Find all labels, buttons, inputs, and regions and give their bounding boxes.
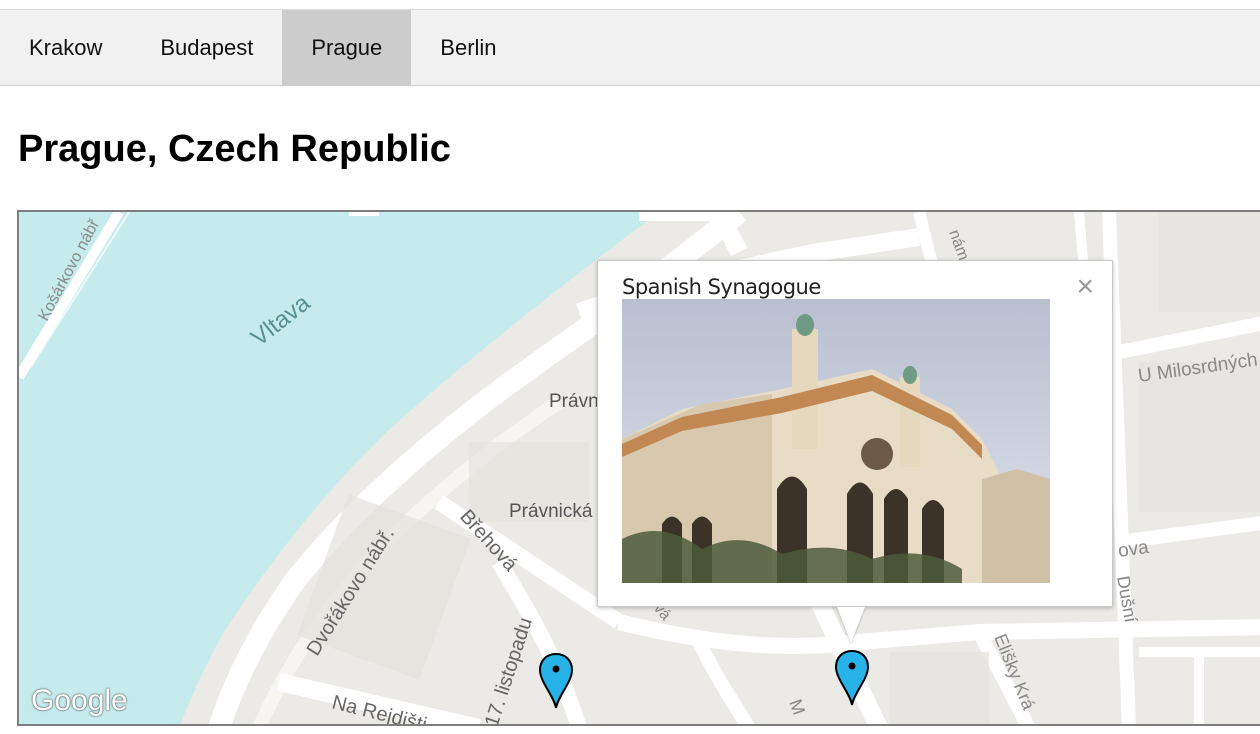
synagogue-photo — [622, 299, 1050, 583]
tab-berlin[interactable]: Berlin — [411, 10, 525, 85]
map-marker-icon-selected[interactable] — [834, 649, 870, 707]
map[interactable]: Košárkovo nábř Vltava Právn Právnická Bř… — [17, 210, 1260, 726]
tab-budapest[interactable]: Budapest — [131, 10, 282, 85]
city-tab-bar: Krakow Budapest Prague Berlin — [0, 10, 1260, 86]
label-pravnicka: Právnická — [509, 501, 593, 522]
close-icon[interactable]: × — [1076, 269, 1094, 305]
tab-krakow[interactable]: Krakow — [0, 10, 131, 85]
page-title: Prague, Czech Republic — [18, 128, 451, 170]
info-window: Spanish Synagogue × — [597, 260, 1113, 607]
label-pravnicka-top: Právn — [549, 391, 599, 412]
google-logo[interactable]: Google — [31, 684, 128, 718]
info-window-tail — [837, 607, 865, 643]
tab-prague[interactable]: Prague — [282, 10, 412, 85]
label-ova: ova — [1117, 537, 1151, 562]
info-window-title: Spanish Synagogue — [622, 275, 821, 299]
map-marker-icon[interactable] — [538, 652, 574, 710]
